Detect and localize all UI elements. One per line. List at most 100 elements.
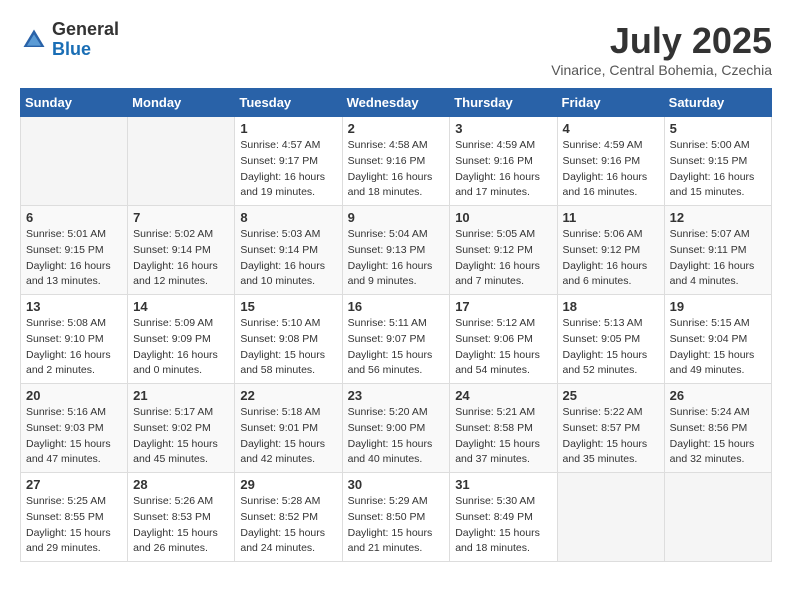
sunrise-text: Sunrise: 5:21 AM: [455, 406, 535, 418]
logo: General Blue: [20, 20, 119, 60]
table-cell: 22Sunrise: 5:18 AMSunset: 9:01 PMDayligh…: [235, 384, 342, 473]
sunset-text: Sunset: 9:11 PM: [670, 244, 747, 256]
sunrise-text: Sunrise: 5:28 AM: [240, 495, 320, 507]
day-info: Sunrise: 5:00 AMSunset: 9:15 PMDaylight:…: [670, 138, 766, 201]
sunset-text: Sunset: 9:12 PM: [455, 244, 533, 256]
sunset-text: Sunset: 9:16 PM: [563, 155, 641, 167]
day-info: Sunrise: 5:03 AM Sunset: 9:14 PM Daylight:…: [240, 227, 336, 290]
table-cell: 1 Sunrise: 4:57 AMSunset: 9:17 PMDaylight…: [235, 117, 342, 206]
day-info: Sunrise: 5:08 AMSunset: 9:10 PMDaylight:…: [26, 316, 122, 379]
day-info: Sunrise: 4:59 AMSunset: 9:16 PMDaylight:…: [455, 138, 551, 201]
sunset-text: Sunset: 9:08 PM: [240, 333, 318, 345]
day-number: 5: [670, 121, 766, 136]
location-subtitle: Vinarice, Central Bohemia, Czechia: [551, 62, 772, 78]
daylight-text: Daylight: 15 hours and 49 minutes.: [670, 349, 755, 377]
sunrise-text: Sunrise: 5:15 AM: [670, 317, 750, 329]
sunrise-text: Sunrise: 5:00 AM: [670, 139, 750, 151]
day-number: 29: [240, 477, 336, 492]
calendar-table: Sunday Monday Tuesday Wednesday Thursday…: [20, 88, 772, 562]
day-info: Sunrise: 5:10 AMSunset: 9:08 PMDaylight:…: [240, 316, 336, 379]
day-info: Sunrise: 5:04 AMSunset: 9:13 PMDaylight:…: [348, 227, 445, 290]
sunrise-text: Sunrise: 4:59 AM: [455, 139, 535, 151]
table-cell: 27 Sunrise: 5:25 AMSunset: 8:55 PMDayligh…: [21, 473, 128, 562]
day-number: 27: [26, 477, 122, 492]
table-cell: 7Sunrise: 5:02 AMSunset: 9:14 PMDaylight…: [128, 206, 235, 295]
daylight-text: Daylight: 16 hours and 6 minutes.: [563, 260, 648, 288]
sunset-text: Sunset: 9:07 PM: [348, 333, 426, 345]
col-sunday: Sunday: [21, 89, 128, 117]
sunset-text: Sunset: 8:55 PM: [26, 511, 104, 523]
sunrise-text: Sunrise: 5:24 AM: [670, 406, 750, 418]
daylight-text: Daylight: 16 hours and 16 minutes.: [563, 171, 648, 199]
day-info: Sunrise: 5:28 AMSunset: 8:52 PMDaylight:…: [240, 494, 336, 557]
day-info: Sunrise: 5:21 AMSunset: 8:58 PMDaylight:…: [455, 405, 551, 468]
day-info: Sunrise: 5:12 AMSunset: 9:06 PMDaylight:…: [455, 316, 551, 379]
sunset-text: Sunset: 8:56 PM: [670, 422, 748, 434]
day-info: Sunrise: 5:30 AMSunset: 8:49 PMDaylight:…: [455, 494, 551, 557]
table-cell: 8Sunrise: 5:03 AMSunset: 9:14 PMDaylight…: [235, 206, 342, 295]
day-number: 24: [455, 388, 551, 403]
daylight-text: Daylight: 16 hours and 19 minutes.: [240, 171, 325, 199]
week-row-2: 6Sunrise: 5:01 AMSunset: 9:15 PMDaylight…: [21, 206, 772, 295]
sunrise-text: Sunrise: 5:03 AM: [240, 228, 320, 240]
table-cell: 20Sunrise: 5:16 AMSunset: 9:03 PMDayligh…: [21, 384, 128, 473]
table-cell: 12Sunrise: 5:07 AMSunset: 9:11 PMDayligh…: [664, 206, 771, 295]
day-number: 17: [455, 299, 551, 314]
daylight-text: Daylight: 16 hours and 7 minutes.: [455, 260, 540, 288]
day-info: Sunrise: 5:13 AM Sunset: 9:05 PM Daylight:…: [563, 316, 659, 379]
daylight-text: Daylight: 16 hours and 0 minutes.: [133, 349, 218, 377]
daylight-text: Daylight: 15 hours and 26 minutes.: [133, 527, 218, 555]
daylight-text: Daylight: 15 hours and 32 minutes.: [670, 438, 755, 466]
sunset-text: Sunset: 9:05 PM: [563, 333, 641, 345]
sunset-text: Sunset: 9:01 PM: [240, 422, 318, 434]
table-cell: 31 Sunrise: 5:30 AMSunset: 8:49 PMDayligh…: [450, 473, 557, 562]
day-info: Sunrise: 5:17 AMSunset: 9:02 PMDaylight:…: [133, 405, 229, 468]
sunrise-text: Sunrise: 5:13 AM: [563, 317, 643, 329]
day-info: Sunrise: 4:57 AMSunset: 9:17 PMDaylight:…: [240, 138, 336, 201]
table-cell: 29 Sunrise: 5:28 AMSunset: 8:52 PMDayligh…: [235, 473, 342, 562]
table-cell: [21, 117, 128, 206]
col-thursday: Thursday: [450, 89, 557, 117]
day-number: 2: [348, 121, 445, 136]
week-row-3: 13 Sunrise: 5:08 AMSunset: 9:10 PMDayligh…: [21, 295, 772, 384]
week-row-4: 20Sunrise: 5:16 AMSunset: 9:03 PMDayligh…: [21, 384, 772, 473]
day-info: Sunrise: 5:25 AMSunset: 8:55 PMDaylight:…: [26, 494, 122, 557]
sunset-text: Sunset: 9:03 PM: [26, 422, 104, 434]
calendar-header-row: Sunday Monday Tuesday Wednesday Thursday…: [21, 89, 772, 117]
day-number: 22: [240, 388, 336, 403]
sunset-text: Sunset: 9:00 PM: [348, 422, 426, 434]
sunrise-text: Sunrise: 5:16 AM: [26, 406, 106, 418]
daylight-text: Daylight: 16 hours and 18 minutes.: [348, 171, 433, 199]
table-cell: 17 Sunrise: 5:12 AMSunset: 9:06 PMDayligh…: [450, 295, 557, 384]
day-number: 13: [26, 299, 122, 314]
col-monday: Monday: [128, 89, 235, 117]
day-number: 31: [455, 477, 551, 492]
sunrise-text: Sunrise: 5:11 AM: [348, 317, 427, 329]
table-cell: 9Sunrise: 5:04 AMSunset: 9:13 PMDaylight…: [342, 206, 450, 295]
daylight-text: Daylight: 15 hours and 40 minutes.: [348, 438, 433, 466]
sunset-text: Sunset: 9:09 PM: [133, 333, 211, 345]
sunset-text: Sunset: 8:57 PM: [563, 422, 641, 434]
day-number: 7: [133, 210, 229, 225]
day-number: 1: [240, 121, 336, 136]
sunrise-text: Sunrise: 5:17 AM: [133, 406, 213, 418]
day-number: 10: [455, 210, 551, 225]
table-cell: 2Sunrise: 4:58 AMSunset: 9:16 PMDaylight…: [342, 117, 450, 206]
daylight-text: Daylight: 15 hours and 18 minutes.: [455, 527, 540, 555]
daylight-text: Daylight: 16 hours and 10 minutes.: [240, 260, 325, 288]
day-number: 16: [348, 299, 445, 314]
week-row-5: 27 Sunrise: 5:25 AMSunset: 8:55 PMDayligh…: [21, 473, 772, 562]
sunset-text: Sunset: 9:06 PM: [455, 333, 533, 345]
day-number: 14: [133, 299, 229, 314]
table-cell: 15Sunrise: 5:10 AMSunset: 9:08 PMDayligh…: [235, 295, 342, 384]
table-cell: 16Sunrise: 5:11 AMSunset: 9:07 PMDayligh…: [342, 295, 450, 384]
sunrise-text: Sunrise: 5:05 AM: [455, 228, 535, 240]
sunset-text: Sunset: 9:13 PM: [348, 244, 426, 256]
sunset-text: Sunset: 9:14 PM: [240, 244, 318, 256]
sunrise-text: Sunrise: 5:08 AM: [26, 317, 106, 329]
daylight-text: Daylight: 15 hours and 52 minutes.: [563, 349, 648, 377]
table-cell: 26Sunrise: 5:24 AMSunset: 8:56 PMDayligh…: [664, 384, 771, 473]
sunrise-text: Sunrise: 5:22 AM: [563, 406, 643, 418]
daylight-text: Daylight: 16 hours and 4 minutes.: [670, 260, 755, 288]
sunrise-text: Sunrise: 5:04 AM: [348, 228, 428, 240]
